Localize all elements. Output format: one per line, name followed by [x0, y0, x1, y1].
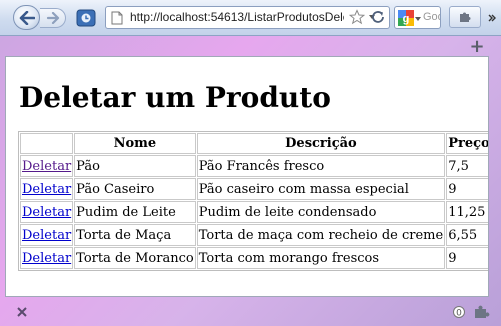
info-icon[interactable]: 0	[452, 304, 466, 320]
addon-status-icon[interactable]	[472, 304, 490, 320]
puzzle-icon	[460, 12, 471, 22]
column-header-action	[20, 133, 74, 154]
address-bar[interactable]: http://localhost:54613/ListarProdutosDel…	[105, 6, 390, 29]
table-row: Deletar Pudim de Leite Pudim de leite co…	[20, 201, 488, 223]
cell-descricao: Pudim de leite condensado	[196, 201, 446, 223]
arrow-right-icon	[46, 12, 59, 24]
table-header-row: Nome Descrição Preço	[20, 133, 488, 154]
page-content: Deletar um Produto Nome Descrição Preço …	[5, 56, 489, 297]
status-bar: 0	[0, 298, 501, 326]
bookmark-star-icon[interactable]	[349, 9, 365, 25]
home-button[interactable]	[75, 7, 97, 29]
table-row: Deletar Torta de Maça Torta de maça com …	[20, 224, 488, 246]
cell-preco: 6,55	[446, 224, 488, 246]
cell-descricao: Pão Francês fresco	[196, 155, 446, 177]
svg-text:0: 0	[456, 309, 462, 319]
delete-link[interactable]: Deletar	[22, 159, 71, 174]
delete-link[interactable]: Deletar	[22, 182, 71, 197]
table-row: Deletar Pão Caseiro Pão caseiro com mass…	[20, 178, 488, 200]
menu-chevron-icon[interactable]	[487, 13, 497, 23]
svg-text:g: g	[403, 13, 410, 25]
tab-strip: +	[0, 36, 501, 57]
page-title: Deletar um Produto	[19, 81, 331, 114]
column-header-descricao: Descrição	[196, 133, 446, 154]
cell-preco: 9	[446, 247, 488, 269]
forward-button[interactable]	[40, 8, 66, 28]
close-addon-bar-icon[interactable]	[14, 304, 30, 320]
back-button[interactable]	[13, 5, 40, 30]
reload-icon[interactable]	[370, 9, 386, 25]
cell-nome: Pudim de Leite	[74, 201, 196, 223]
cell-preco: 7,5	[446, 155, 488, 177]
cell-nome: Pão	[74, 155, 196, 177]
home-icon	[76, 9, 96, 27]
column-header-preco: Preço	[446, 133, 488, 154]
search-bar[interactable]: g Goo	[394, 6, 441, 29]
addons-button[interactable]	[449, 6, 481, 28]
products-table: Nome Descrição Preço Deletar Pão Pão Fra…	[18, 131, 488, 271]
cell-nome: Torta de Maça	[74, 224, 196, 246]
url-text[interactable]: http://localhost:54613/ListarProdutosDel…	[130, 10, 344, 26]
search-engine-chevron-icon[interactable]	[415, 16, 421, 22]
table-row: Deletar Torta de Moranco Torta com moran…	[20, 247, 488, 269]
browser-toolbar: http://localhost:54613/ListarProdutosDel…	[0, 0, 501, 36]
new-tab-button[interactable]: +	[466, 36, 488, 57]
google-icon[interactable]: g	[398, 10, 414, 26]
cell-preco: 9	[446, 178, 488, 200]
cell-descricao: Torta de maça com recheio de creme	[196, 224, 446, 246]
page-icon	[111, 11, 123, 25]
delete-link[interactable]: Deletar	[22, 205, 71, 220]
table-row: Deletar Pão Pão Francês fresco 7,5	[20, 155, 488, 177]
cell-preco: 11,25	[446, 201, 488, 223]
cell-nome: Torta de Moranco	[74, 247, 196, 269]
delete-link[interactable]: Deletar	[22, 228, 71, 243]
cell-nome: Pão Caseiro	[74, 178, 196, 200]
cell-descricao: Pão caseiro com massa especial	[196, 178, 446, 200]
arrow-left-icon	[19, 10, 35, 25]
delete-link[interactable]: Deletar	[22, 251, 71, 266]
search-placeholder[interactable]: Goo	[423, 11, 440, 23]
cell-descricao: Torta com morango frescos	[196, 247, 446, 269]
column-header-nome: Nome	[74, 133, 196, 154]
